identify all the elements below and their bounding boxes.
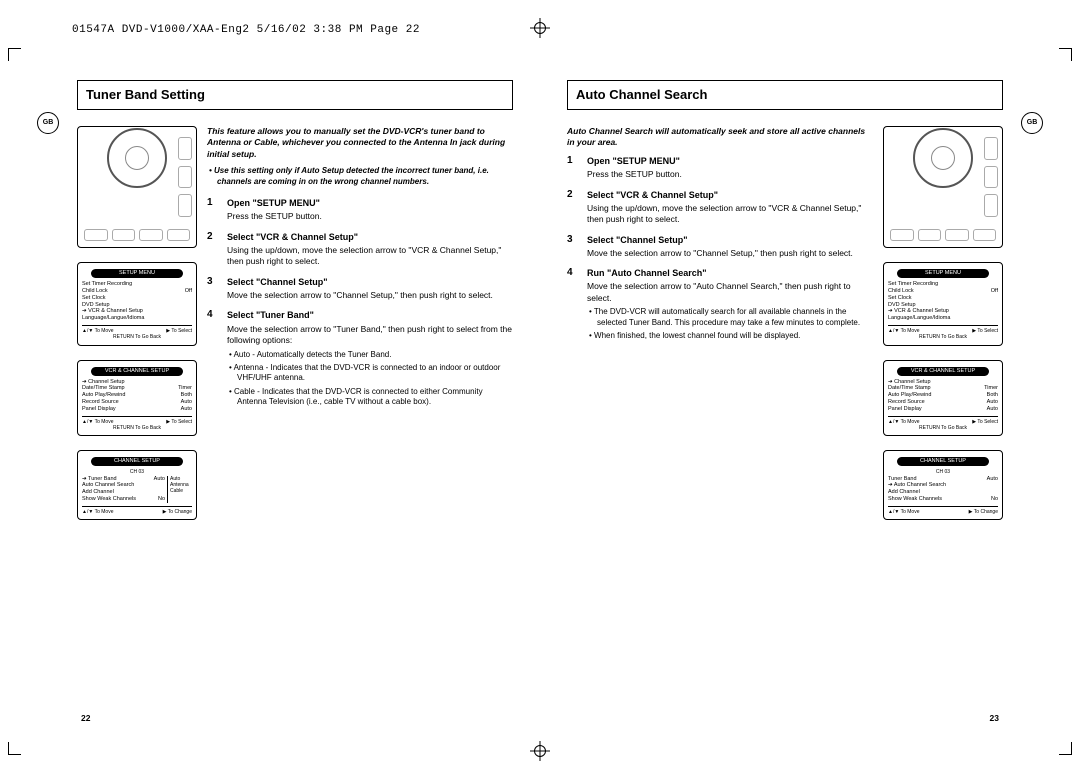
osd-vcr-channel-setup: VCR & CHANNEL SETUP ➔ Channel Setup Date… — [77, 360, 197, 437]
osd-channel-setup: CHANNEL SETUP CH 03 ➔ Tuner BandAuto Aut… — [77, 450, 197, 520]
page-number: 23 — [990, 713, 999, 723]
intro-text: This feature allows you to manually set … — [207, 126, 513, 160]
intro-text: Auto Channel Search will automatically s… — [567, 126, 873, 149]
crop-mark — [1059, 742, 1072, 755]
crop-mark — [1059, 48, 1072, 61]
step-2: 2 Select "VCR & Channel Setup" Using the… — [567, 189, 873, 226]
figure-column: SETUP MENU Set Timer Recording Child Loc… — [77, 126, 197, 520]
crop-mark — [8, 48, 21, 61]
page-left: GB Tuner Band Setting SETUP MENU Set Tim… — [65, 70, 525, 723]
osd-setup-menu: SETUP MENU Set Timer Recording Child Loc… — [883, 262, 1003, 346]
print-header: 01547A DVD-V1000/XAA-Eng2 5/16/02 3:38 P… — [72, 24, 420, 36]
osd-channel-setup: CHANNEL SETUP CH 03 Tuner BandAuto ➔ Aut… — [883, 450, 1003, 520]
body-text: Auto Channel Search will automatically s… — [567, 126, 873, 520]
body-text: This feature allows you to manually set … — [207, 126, 513, 520]
registration-mark — [530, 18, 550, 38]
step-1: 1 Open "SETUP MENU" Press the SETUP butt… — [207, 197, 513, 223]
section-title: Auto Channel Search — [567, 80, 1003, 110]
osd-vcr-channel-setup: VCR & CHANNEL SETUP ➔ Channel Setup Date… — [883, 360, 1003, 437]
step-3: 3 Select "Channel Setup" Move the select… — [207, 276, 513, 302]
intro-note: • Use this setting only if Auto Setup de… — [207, 166, 513, 187]
language-tab: GB — [37, 112, 59, 134]
section-title: Tuner Band Setting — [77, 80, 513, 110]
step-2: 2 Select "VCR & Channel Setup" Using the… — [207, 231, 513, 268]
remote-illustration — [77, 126, 197, 248]
step-4: 4 Select "Tuner Band" Move the selection… — [207, 309, 513, 407]
crop-mark — [8, 742, 21, 755]
page-number: 22 — [81, 713, 90, 723]
step-3: 3 Select "Channel Setup" Move the select… — [567, 234, 873, 260]
step-4: 4 Run "Auto Channel Search" Move the sel… — [567, 267, 873, 341]
osd-setup-menu: SETUP MENU Set Timer Recording Child Loc… — [77, 262, 197, 346]
registration-mark — [530, 741, 550, 761]
page-right: GB Auto Channel Search Auto Channel Sear… — [555, 70, 1015, 723]
language-tab: GB — [1021, 112, 1043, 134]
page-spread: 01547A DVD-V1000/XAA-Eng2 5/16/02 3:38 P… — [0, 0, 1080, 763]
remote-illustration — [883, 126, 1003, 248]
figure-column: SETUP MENU Set Timer Recording Child Loc… — [883, 126, 1003, 520]
step-1: 1 Open "SETUP MENU" Press the SETUP butt… — [567, 155, 873, 181]
